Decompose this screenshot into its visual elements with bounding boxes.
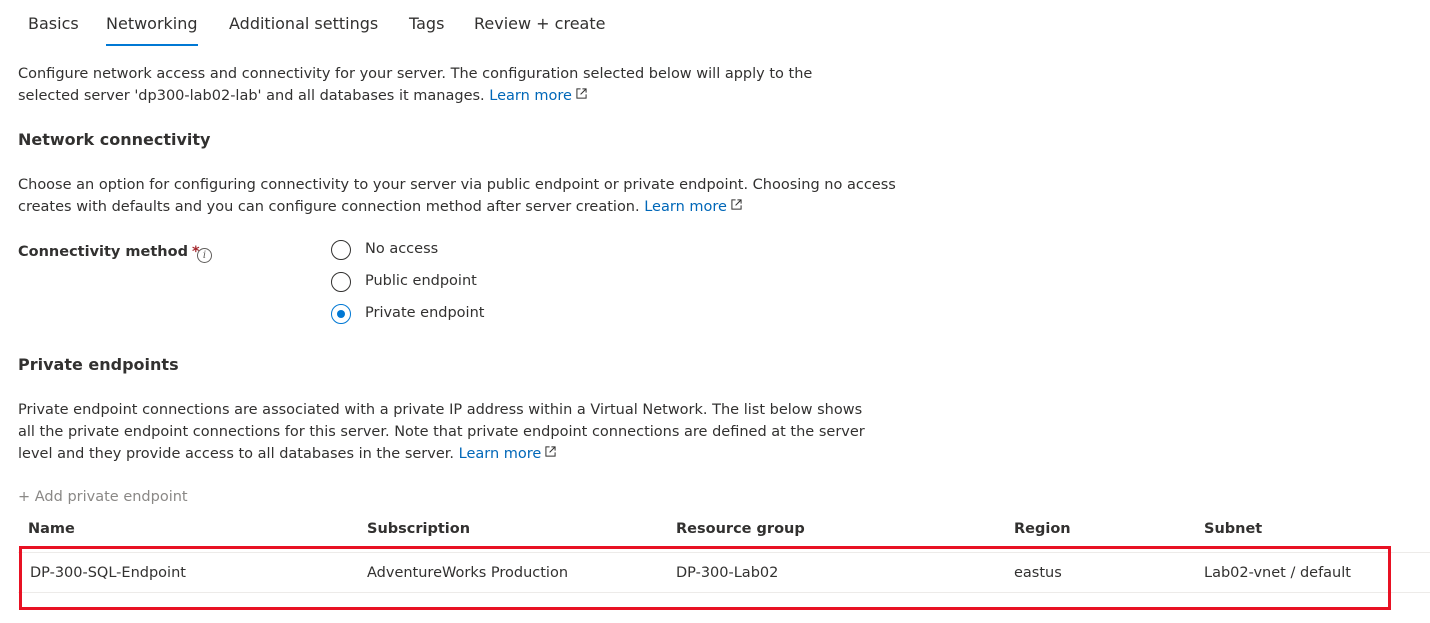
radio-circle[interactable] xyxy=(331,272,351,292)
tab-networking[interactable]: Networking xyxy=(106,14,198,46)
info-icon[interactable]: i xyxy=(197,248,212,263)
column-header-subnet: Subnet xyxy=(1204,521,1263,537)
external-link-icon xyxy=(731,199,742,210)
radio-circle[interactable] xyxy=(331,240,351,260)
tab-additional-settings[interactable]: Additional settings xyxy=(229,14,378,33)
network-connectivity-text: Choose an option for configuring connect… xyxy=(18,174,898,218)
column-header-resource-group: Resource group xyxy=(676,521,805,537)
intro-description: Configure network access and connectivit… xyxy=(18,66,813,104)
add-private-endpoint-button[interactable]: + Add private endpoint xyxy=(18,489,188,505)
radio-label: Private endpoint xyxy=(365,305,485,321)
private-endpoints-learn-more-link[interactable]: Learn more xyxy=(459,446,542,462)
column-header-region: Region xyxy=(1014,521,1071,537)
tab-tags[interactable]: Tags xyxy=(409,14,444,33)
radio-label: No access xyxy=(365,241,439,257)
external-link-icon xyxy=(545,446,556,457)
tab-bar: Basics Networking Additional settings Ta… xyxy=(0,0,1430,50)
tab-basics[interactable]: Basics xyxy=(28,14,79,33)
private-endpoints-heading: Private endpoints xyxy=(18,355,179,374)
column-header-subscription: Subscription xyxy=(367,521,471,537)
radio-circle[interactable] xyxy=(331,304,351,324)
network-connectivity-heading: Network connectivity xyxy=(18,130,211,149)
network-connectivity-learn-more-link[interactable]: Learn more xyxy=(644,199,727,215)
tab-review-create[interactable]: Review + create xyxy=(474,14,605,33)
intro-learn-more-link[interactable]: Learn more xyxy=(489,88,572,104)
private-endpoints-text: Private endpoint connections are associa… xyxy=(18,399,878,465)
highlight-box xyxy=(19,546,1391,610)
connectivity-method-label: Connectivity method * xyxy=(18,244,200,260)
external-link-icon xyxy=(576,88,587,99)
column-header-name: Name xyxy=(28,521,75,537)
private-endpoints-description: Private endpoint connections are associa… xyxy=(18,402,865,462)
network-connectivity-description: Choose an option for configuring connect… xyxy=(18,177,896,215)
radio-label: Public endpoint xyxy=(365,273,477,289)
intro-text: Configure network access and connectivit… xyxy=(18,63,878,107)
